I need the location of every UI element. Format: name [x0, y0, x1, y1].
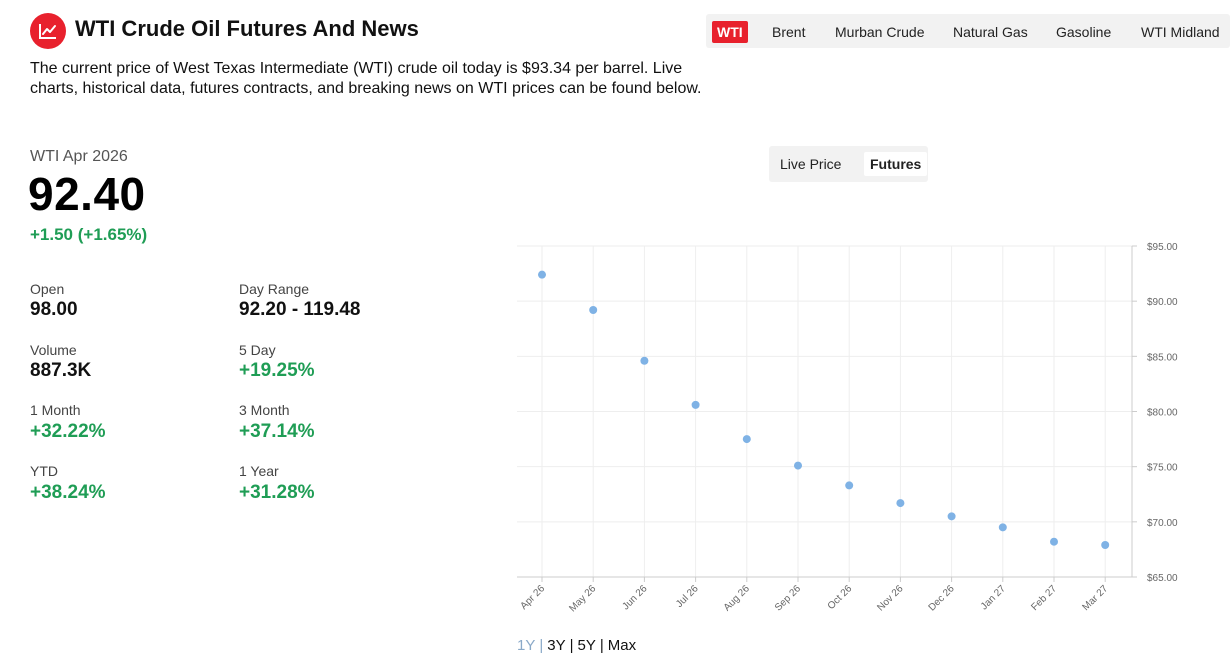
range-separator: | — [539, 637, 544, 654]
y-axis-ticks: $95.00 $90.00 $85.00 $80.00 $75.00 $70.00 $65.… — [1147, 242, 1178, 584]
futures-toggle[interactable]: Futures — [864, 152, 928, 176]
data-point — [691, 400, 700, 409]
y-tick-label: $80.00 — [1147, 408, 1178, 419]
tab-gasoline[interactable]: Gasoline — [1056, 21, 1111, 43]
range-1y[interactable]: 1Y — [517, 637, 535, 654]
data-point — [538, 270, 546, 279]
range-separator: | — [569, 637, 574, 654]
y-tick-label: $95.00 — [1147, 242, 1178, 253]
one-month-value: +32.22% — [30, 421, 106, 442]
data-point — [742, 435, 751, 444]
y-tick-label: $75.00 — [1147, 463, 1178, 474]
y-tick-label: $70.00 — [1147, 518, 1178, 529]
data-point — [947, 512, 956, 521]
y-tick-label: $90.00 — [1147, 297, 1178, 308]
data-point — [998, 523, 1007, 532]
x-axis-ticks: Apr 26 May 26 Jun 26 Jul 26 Aug 26 Sep 26 Oct … — [519, 583, 1111, 614]
open-value: 98.00 — [30, 299, 78, 320]
data-point — [640, 356, 649, 365]
x-tick-label: Jun 26 — [621, 583, 650, 612]
futures-curve-chart: $95.00 $90.00 $85.00 $80.00 $75.00 $70.00 $65.… — [517, 242, 1178, 614]
open-label: Open — [30, 281, 65, 297]
tab-natural-gas[interactable]: Natural Gas — [953, 21, 1028, 43]
view-toggle: Live Price Futures — [769, 146, 928, 182]
range-3y[interactable]: 3Y — [547, 637, 565, 654]
tab-brent[interactable]: Brent — [772, 21, 805, 43]
price-change: +1.50 (+1.65%) — [30, 225, 148, 244]
tab-wti-midland[interactable]: WTI Midland — [1141, 21, 1220, 43]
five-day-value: +19.25% — [239, 360, 315, 381]
ytd-label: YTD — [30, 463, 58, 479]
x-tick-label: Apr 26 — [519, 583, 548, 612]
one-month-label: 1 Month — [30, 402, 81, 418]
y-tick-label: $65.00 — [1147, 573, 1178, 584]
chart-grid — [517, 245, 1132, 578]
volume-value: 887.3K — [30, 360, 92, 381]
current-price: 92.40 — [28, 168, 146, 220]
x-tick-label: Nov 26 — [875, 583, 905, 613]
x-tick-label: Oct 26 — [826, 583, 855, 612]
five-day-label: 5 Day — [239, 342, 276, 358]
page-title: WTI Crude Oil Futures And News — [75, 16, 419, 41]
x-tick-label: May 26 — [567, 583, 598, 614]
tab-murban-crude[interactable]: Murban Crude — [835, 21, 925, 43]
range-max[interactable]: Max — [608, 637, 636, 654]
range-separator: | — [599, 637, 604, 654]
x-tick-label: Feb 27 — [1029, 583, 1059, 613]
commodity-tabs: WTI Brent Murban Crude Natural Gas Gasol… — [706, 14, 1230, 48]
x-tick-label: Jan 27 — [979, 583, 1008, 612]
x-tick-label: Sep 26 — [773, 583, 803, 613]
data-point — [1050, 537, 1058, 546]
day-range-value: 92.20 - 119.48 — [239, 299, 361, 320]
ytd-value: +38.24% — [30, 482, 106, 503]
range-5y[interactable]: 5Y — [578, 637, 596, 654]
intro-text: The current price of West Texas Intermed… — [30, 60, 702, 97]
chart-points — [538, 270, 1110, 550]
data-point — [589, 305, 598, 314]
live-price-toggle[interactable]: Live Price — [774, 152, 847, 176]
x-tick-label: Jul 26 — [674, 583, 701, 610]
range-selector: 1Y | 3Y | 5Y | Max — [517, 637, 636, 654]
chart-line-icon — [39, 24, 56, 39]
x-tick-label: Aug 26 — [722, 583, 752, 613]
data-point — [1101, 541, 1110, 550]
chart-axes — [517, 245, 1137, 582]
x-tick-label: Mar 27 — [1081, 583, 1111, 613]
volume-label: Volume — [30, 342, 77, 358]
x-tick-label: Dec 26 — [927, 583, 957, 613]
three-month-label: 3 Month — [239, 402, 290, 418]
brand-logo[interactable] — [30, 13, 66, 49]
contract-name: WTI Apr 2026 — [30, 148, 128, 165]
one-year-label: 1 Year — [239, 463, 279, 479]
day-range-label: Day Range — [239, 281, 310, 297]
y-tick-label: $85.00 — [1147, 352, 1178, 363]
tab-wti[interactable]: WTI — [712, 21, 748, 43]
data-point — [845, 481, 854, 490]
data-point — [896, 499, 905, 508]
one-year-value: +31.28% — [239, 482, 315, 503]
three-month-value: +37.14% — [239, 421, 315, 442]
data-point — [794, 461, 802, 470]
